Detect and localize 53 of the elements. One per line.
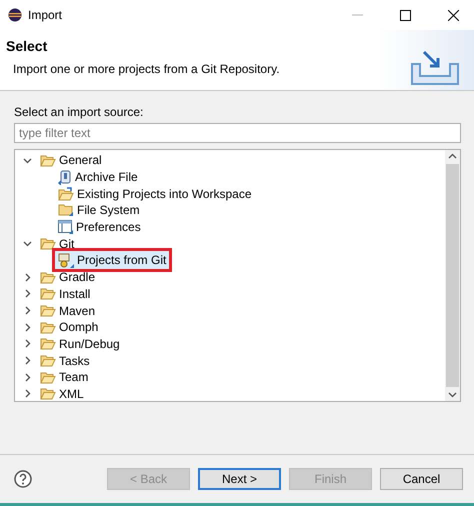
folder-icon — [40, 237, 56, 250]
page-description: Import one or more projects from a Git Repository. — [12, 62, 281, 76]
chevron-down-icon[interactable] — [22, 239, 32, 248]
tree-item[interactable]: Archive File — [55, 168, 141, 186]
tree-item[interactable]: Existing Projects into Workspace — [55, 184, 255, 203]
maximize-icon[interactable] — [400, 10, 410, 20]
chevron-right-icon[interactable] — [22, 339, 32, 348]
tree-item[interactable]: Projects from Git — [55, 251, 170, 270]
scrollbar[interactable] — [445, 150, 460, 401]
chevron-right-icon[interactable] — [22, 356, 32, 366]
folder-icon — [40, 270, 56, 284]
import-icon — [410, 50, 460, 86]
window-icon — [58, 220, 73, 234]
folder-icon — [40, 154, 56, 167]
folder-icon — [40, 337, 56, 350]
chevron-right-icon[interactable] — [22, 389, 32, 398]
page-title: Select — [6, 38, 48, 54]
chevron-down-icon[interactable] — [22, 156, 32, 165]
folder-icon — [40, 387, 56, 400]
app-icon — [8, 8, 22, 22]
archive-icon — [58, 170, 72, 185]
folder-icon — [58, 186, 74, 201]
folder-icon — [40, 304, 56, 318]
tree-item[interactable]: Tasks — [37, 352, 93, 370]
tree-item[interactable]: Gradle — [37, 268, 98, 286]
folder-icon — [40, 287, 56, 300]
close-icon[interactable] — [448, 10, 458, 20]
folder-icon — [40, 320, 56, 334]
chevron-right-icon[interactable] — [22, 272, 32, 282]
tree-item[interactable]: Team — [37, 368, 92, 386]
folder-icon — [40, 370, 56, 384]
filter-field[interactable]: type filter text — [14, 123, 461, 143]
dialog-button[interactable]: Cancel — [380, 468, 463, 490]
help-icon[interactable] — [14, 470, 32, 488]
folder-icon — [40, 354, 56, 368]
tree-item[interactable]: Oomph — [37, 318, 102, 336]
git-icon — [58, 252, 74, 268]
tree-item[interactable]: Preferences — [55, 218, 144, 236]
tree-item[interactable]: General — [37, 151, 105, 170]
chevron-right-icon[interactable] — [22, 289, 32, 298]
chevron-right-icon[interactable] — [22, 372, 32, 382]
window-title: Import — [28, 8, 64, 22]
tree-item[interactable]: Install — [37, 284, 94, 303]
chevron-right-icon[interactable] — [22, 322, 32, 332]
chevron-right-icon[interactable] — [22, 306, 32, 316]
folder-icon — [58, 203, 74, 218]
tree-item[interactable]: XML — [37, 384, 87, 403]
source-label: Select an import source: — [14, 105, 144, 119]
tree-item[interactable]: Git — [37, 234, 78, 253]
tree-item[interactable]: File System — [55, 201, 143, 220]
dialog-button[interactable]: Next > — [198, 468, 281, 490]
tree-item[interactable]: Maven — [37, 302, 98, 320]
tree-item[interactable]: Run/Debug — [37, 334, 123, 353]
